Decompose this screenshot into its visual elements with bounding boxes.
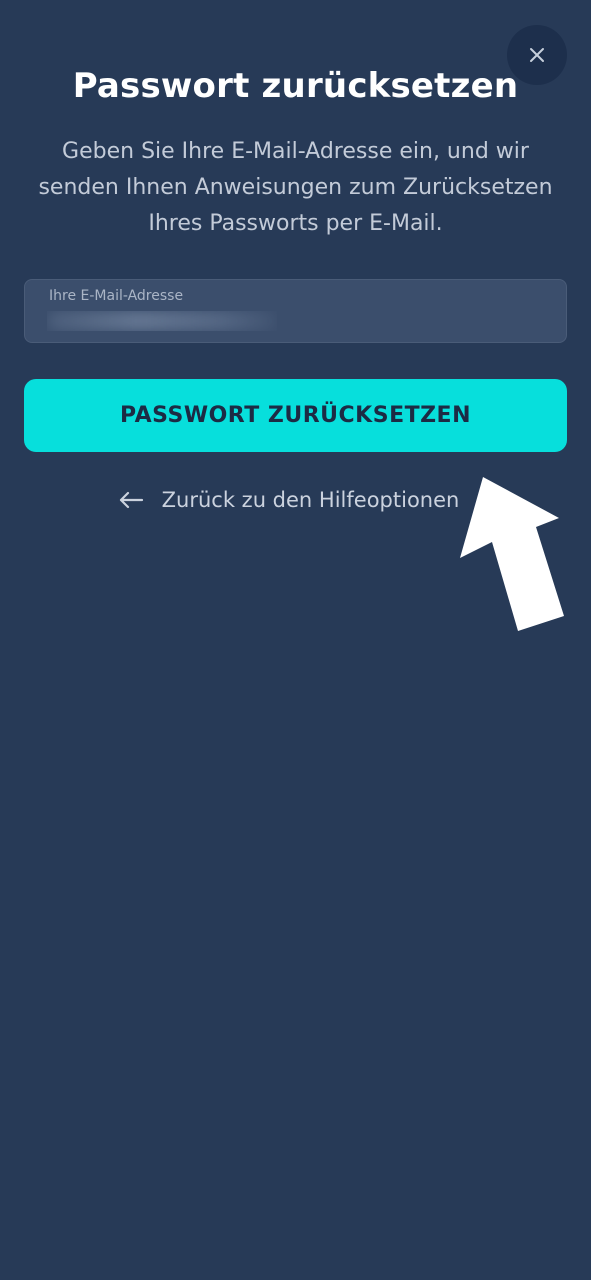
email-field-value [47,311,277,331]
pointer-arrow-icon [460,477,564,631]
email-field-label: Ihre E-Mail-Adresse [49,288,184,304]
email-field[interactable]: Ihre E-Mail-Adresse [24,279,567,343]
back-link-label: Zurück zu den Hilfeoptionen [161,488,460,512]
arrow-left-icon [119,491,143,509]
page-description: Geben Sie Ihre E-Mail-Adresse ein, und w… [38,139,553,236]
page-title: Passwort zurücksetzen [72,66,519,106]
reset-password-button[interactable]: PASSWORT ZURÜCKSETZEN [24,379,567,452]
